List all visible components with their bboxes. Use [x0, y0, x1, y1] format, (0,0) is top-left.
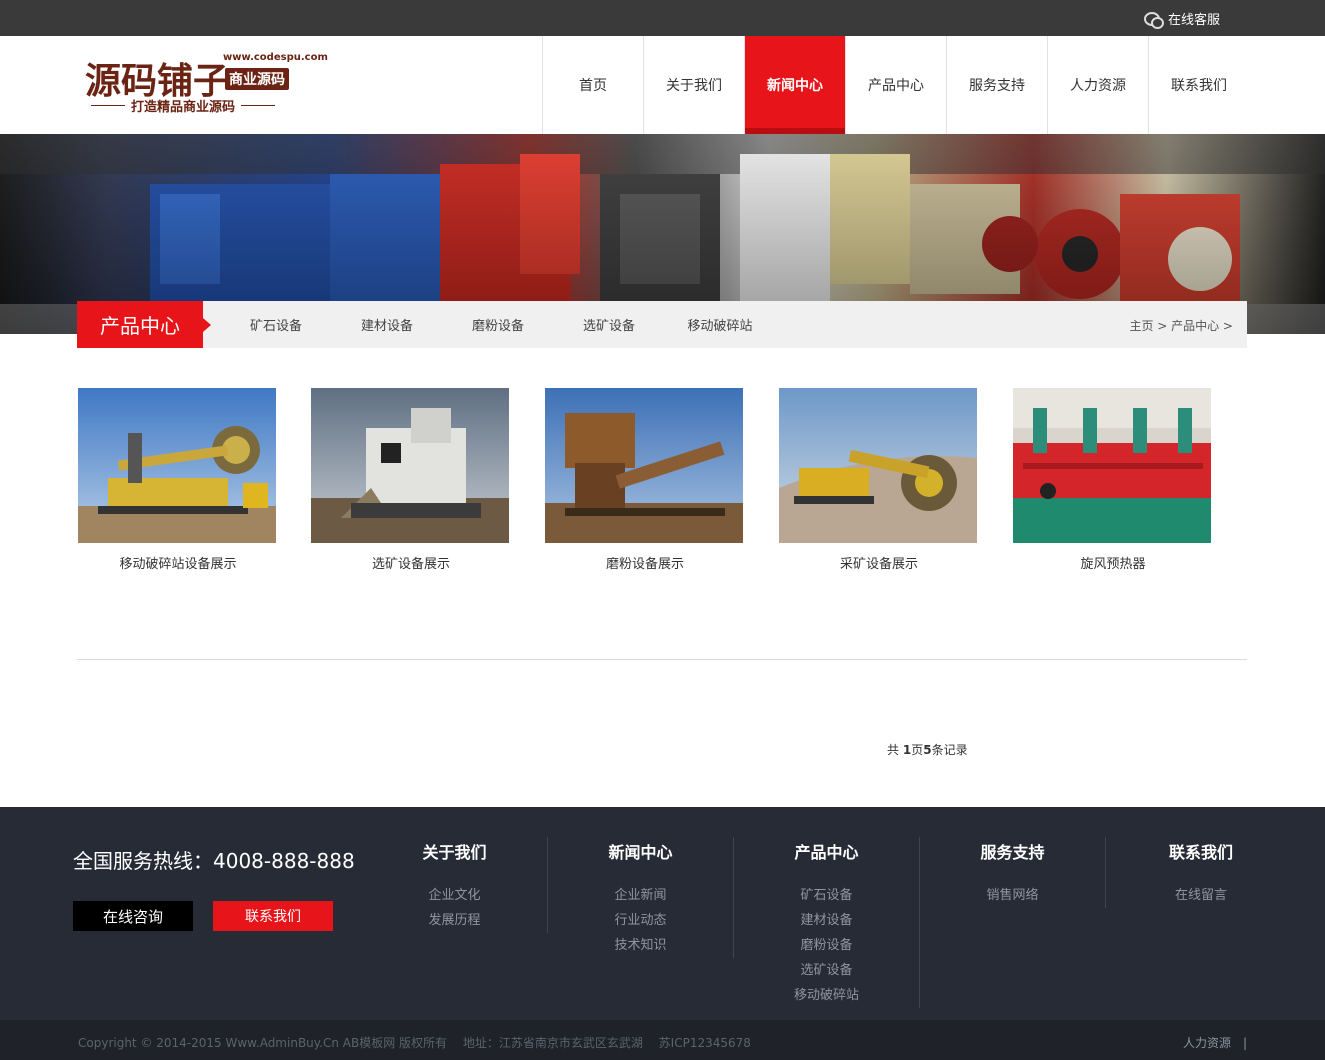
nav-item-support[interactable]: 服务支持: [946, 36, 1047, 134]
logo-url: www.codespu.com: [223, 52, 328, 63]
footer-column-title[interactable]: 服务支持: [920, 839, 1105, 863]
footer-link[interactable]: 企业新闻: [548, 883, 733, 908]
footer-link[interactable]: 选矿设备: [734, 958, 919, 983]
nav-item-home[interactable]: 首页: [542, 36, 643, 134]
online-consult-button[interactable]: 在线咨询: [73, 901, 193, 931]
footer-link[interactable]: 矿石设备: [734, 883, 919, 908]
footer-link[interactable]: 磨粉设备: [734, 933, 919, 958]
footer-column-support: 服务支持 销售网络: [920, 837, 1106, 908]
product-caption[interactable]: 磨粉设备展示: [545, 553, 745, 572]
category-beneficiation[interactable]: 选矿设备: [576, 315, 642, 334]
footer-hr-link[interactable]: 人力资源 |: [1183, 1034, 1247, 1051]
service-hotline: 全国服务热线：4008-888-888: [73, 849, 355, 873]
category-building[interactable]: 建材设备: [354, 315, 420, 334]
category-grinding[interactable]: 磨粉设备: [465, 315, 531, 334]
product-card[interactable]: 旋风预热器: [1013, 388, 1213, 572]
footer-link[interactable]: 企业文化: [362, 883, 547, 908]
copyright-text: Copyright © 2014-2015 Www.AdminBuy.Cn AB…: [78, 1036, 751, 1050]
footer-link[interactable]: 移动破碎站: [734, 983, 919, 1008]
product-image[interactable]: [78, 388, 276, 543]
product-caption[interactable]: 旋风预热器: [1013, 553, 1213, 572]
category-ore[interactable]: 矿石设备: [243, 315, 309, 334]
product-caption[interactable]: 采矿设备展示: [779, 553, 979, 572]
main-nav: 首页 关于我们 新闻中心 产品中心 服务支持 人力资源 联系我们: [542, 36, 1249, 134]
product-subnav: 产品中心 矿石设备 建材设备 磨粉设备 选矿设备 移动破碎站 主页 > 产品中心…: [77, 301, 1247, 348]
footer-column-title[interactable]: 关于我们: [362, 839, 547, 863]
footer-link[interactable]: 在线留言: [1108, 883, 1294, 908]
online-service-link[interactable]: 在线客服: [1143, 9, 1220, 29]
category-list: 矿石设备 建材设备 磨粉设备 选矿设备 移动破碎站: [203, 301, 753, 348]
footer: 全国服务热线：4008-888-888 在线咨询 联系我们 关于我们 企业文化 …: [0, 807, 1325, 1020]
online-service-label: 在线客服: [1167, 13, 1220, 28]
footer-link[interactable]: 建材设备: [734, 908, 919, 933]
footer-link[interactable]: 发展历程: [362, 908, 547, 933]
nav-item-products[interactable]: 产品中心: [845, 36, 946, 134]
copyright-bar: Copyright © 2014-2015 Www.AdminBuy.Cn AB…: [0, 1020, 1325, 1060]
breadcrumb[interactable]: 主页 > 产品中心 >: [1129, 317, 1233, 334]
nav-item-news[interactable]: 新闻中心: [744, 36, 845, 134]
footer-column-products: 产品中心 矿石设备 建材设备 磨粉设备 选矿设备 移动破碎站: [734, 837, 920, 1008]
product-image[interactable]: [779, 388, 977, 543]
nav-item-about[interactable]: 关于我们: [643, 36, 744, 134]
product-caption[interactable]: 选矿设备展示: [311, 553, 511, 572]
logo-slogan: 打造精品商业源码: [85, 96, 281, 115]
footer-column-contact: 联系我们 在线留言: [1108, 837, 1294, 908]
content-divider: [77, 659, 1247, 660]
footer-column-about: 关于我们 企业文化 发展历程: [362, 837, 548, 933]
product-grid: 移动破碎站设备展示 选矿设备展示 磨粉设备展示 采矿设备展示 旋风预热器: [77, 388, 1247, 578]
contact-us-button[interactable]: 联系我们: [213, 901, 333, 931]
product-image[interactable]: [311, 388, 509, 543]
nav-item-hr[interactable]: 人力资源: [1047, 36, 1148, 134]
footer-link[interactable]: 技术知识: [548, 933, 733, 958]
nav-item-contact[interactable]: 联系我们: [1148, 36, 1249, 134]
footer-column-title[interactable]: 联系我们: [1108, 839, 1294, 863]
product-card[interactable]: 移动破碎站设备展示: [78, 388, 278, 572]
footer-link[interactable]: 行业动态: [548, 908, 733, 933]
header: 源码铺子 www.codespu.com 商业源码 打造精品商业源码 首页 关于…: [0, 36, 1325, 134]
pagination-summary: 共 1页5条记录: [887, 743, 968, 757]
top-bar: 在线客服: [0, 0, 1325, 36]
logo-tag: 商业源码: [225, 68, 289, 90]
site-logo[interactable]: 源码铺子 www.codespu.com 商业源码 打造精品商业源码: [85, 50, 328, 120]
category-mobile-crusher[interactable]: 移动破碎站: [687, 315, 753, 334]
footer-column-title[interactable]: 产品中心: [734, 839, 919, 863]
footer-column-title[interactable]: 新闻中心: [548, 839, 733, 863]
product-card[interactable]: 采矿设备展示: [779, 388, 979, 572]
product-caption[interactable]: 移动破碎站设备展示: [78, 553, 278, 572]
product-image[interactable]: [1013, 388, 1211, 543]
section-title: 产品中心: [77, 301, 211, 348]
footer-column-news: 新闻中心 企业新闻 行业动态 技术知识: [548, 837, 734, 958]
product-image[interactable]: [545, 388, 743, 543]
footer-link[interactable]: 销售网络: [920, 883, 1105, 908]
product-card[interactable]: 选矿设备展示: [311, 388, 511, 572]
chat-bubble-icon: [1143, 11, 1164, 29]
product-card[interactable]: 磨粉设备展示: [545, 388, 745, 572]
